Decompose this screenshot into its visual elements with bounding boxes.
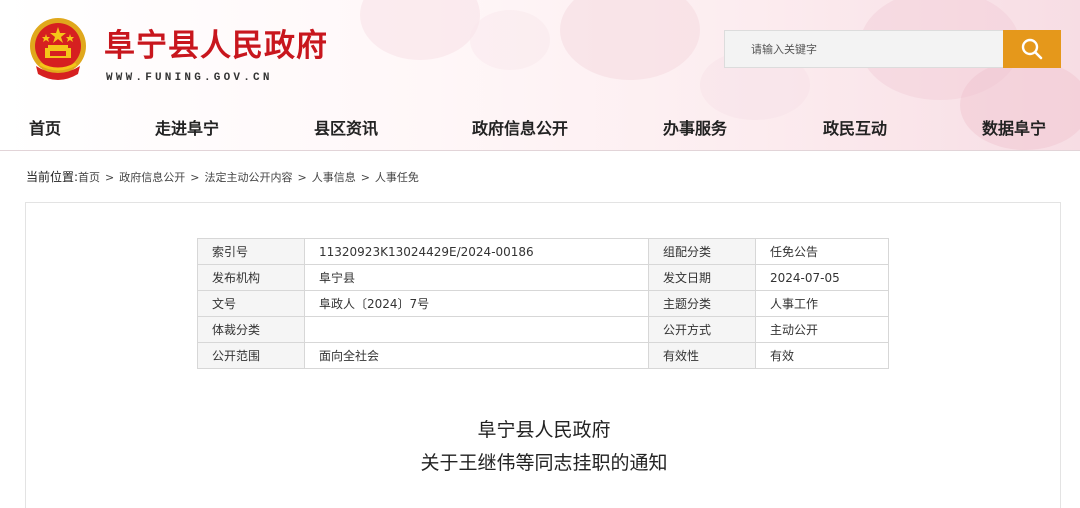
document-subject-title: 关于王继伟等同志挂职的通知: [420, 452, 668, 474]
breadcrumb-separator: >: [360, 171, 370, 184]
meta-value: [304, 316, 649, 343]
meta-value: 阜政人〔2024〕7号: [304, 290, 649, 317]
search-icon: [1021, 38, 1043, 60]
main-nav: 首页 走进阜宁 县区资讯 政府信息公开 办事服务 政民互动 数据阜宁: [0, 103, 1080, 149]
document-issuer-title: 阜宁县人民政府: [477, 419, 611, 441]
breadcrumb-item[interactable]: 政府信息公开: [119, 171, 185, 184]
breadcrumb-item[interactable]: 首页: [78, 171, 100, 184]
table-row: 索引号 11320923K13024429E/2024-00186 组配分类 任…: [197, 238, 889, 265]
meta-key: 组配分类: [648, 238, 756, 265]
nav-divider: [0, 150, 1080, 151]
meta-value: 任免公告: [755, 238, 889, 265]
meta-key: 主题分类: [648, 290, 756, 317]
search-input[interactable]: [724, 30, 1004, 68]
breadcrumb-item[interactable]: 人事任免: [375, 171, 419, 184]
nav-item-data[interactable]: 数据阜宁: [982, 115, 1046, 139]
document-metadata-table: 索引号 11320923K13024429E/2024-00186 组配分类 任…: [197, 238, 889, 369]
nav-item-about[interactable]: 走进阜宁: [155, 115, 219, 139]
meta-value: 面向全社会: [304, 342, 649, 369]
table-row: 文号 阜政人〔2024〕7号 主题分类 人事工作: [197, 290, 889, 317]
nav-item-services[interactable]: 办事服务: [663, 115, 727, 139]
meta-key: 公开范围: [197, 342, 305, 369]
meta-key: 有效性: [648, 342, 756, 369]
meta-value: 2024-07-05: [755, 264, 889, 291]
breadcrumb-separator: >: [105, 171, 115, 184]
breadcrumb-lead: 当前位置:: [26, 170, 79, 184]
site-url: WWW.FUNING.GOV.CN: [106, 72, 273, 84]
meta-key: 索引号: [197, 238, 305, 265]
nav-item-interaction[interactable]: 政民互动: [823, 115, 887, 139]
breadcrumb-separator: >: [190, 171, 200, 184]
meta-value: 有效: [755, 342, 889, 369]
meta-key: 文号: [197, 290, 305, 317]
breadcrumb: 当前位置:首页 > 政府信息公开 > 法定主动公开内容 > 人事信息 > 人事任免: [26, 168, 419, 185]
search-button[interactable]: [1003, 30, 1061, 68]
meta-key: 发文日期: [648, 264, 756, 291]
breadcrumb-item[interactable]: 人事信息: [312, 171, 356, 184]
meta-value: 主动公开: [755, 316, 889, 343]
national-emblem-logo[interactable]: [26, 16, 90, 86]
nav-item-gov-info[interactable]: 政府信息公开: [472, 115, 568, 139]
breadcrumb-separator: >: [297, 171, 307, 184]
nav-item-home[interactable]: 首页: [29, 115, 61, 139]
meta-key: 体裁分类: [197, 316, 305, 343]
site-title[interactable]: 阜宁县人民政府: [104, 20, 328, 65]
breadcrumb-item[interactable]: 法定主动公开内容: [204, 171, 292, 184]
meta-key: 公开方式: [648, 316, 756, 343]
meta-key: 发布机构: [197, 264, 305, 291]
meta-value: 人事工作: [755, 290, 889, 317]
site-header: 阜宁县人民政府 WWW.FUNING.GOV.CN 首页 走进阜宁 县区资讯 政…: [0, 0, 1080, 150]
table-row: 公开范围 面向全社会 有效性 有效: [197, 342, 889, 369]
meta-value: 阜宁县: [304, 264, 649, 291]
table-row: 体裁分类 公开方式 主动公开: [197, 316, 889, 343]
nav-item-news[interactable]: 县区资讯: [314, 115, 378, 139]
table-row: 发布机构 阜宁县 发文日期 2024-07-05: [197, 264, 889, 291]
meta-value: 11320923K13024429E/2024-00186: [304, 238, 649, 265]
